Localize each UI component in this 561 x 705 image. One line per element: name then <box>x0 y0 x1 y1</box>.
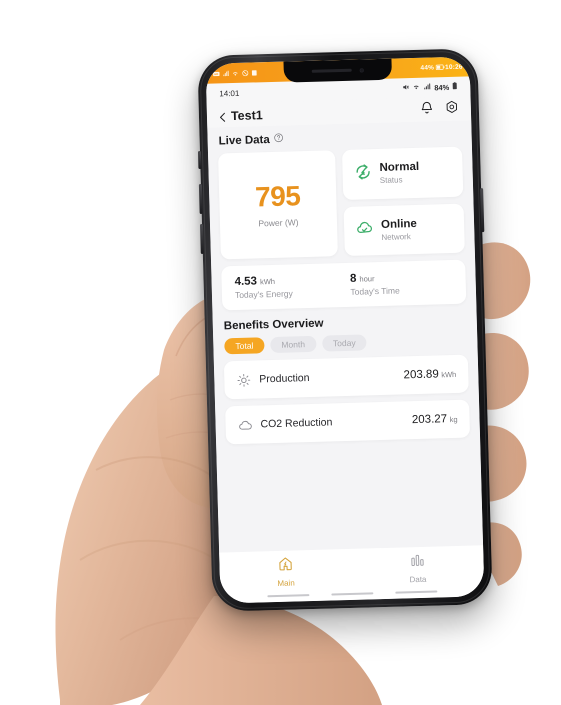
benefits-range-tabs: Total Month Today <box>224 332 467 355</box>
battery-icon <box>452 82 457 92</box>
home-icon <box>277 556 294 577</box>
benefits-heading: Benefits Overview <box>224 314 467 333</box>
status-text: Normal Status <box>379 161 419 185</box>
benefit-value-group: 203.89 kWh <box>403 368 456 381</box>
tab-month[interactable]: Month <box>270 335 317 354</box>
wifi-icon <box>412 83 420 93</box>
benefit-label: Production <box>259 372 310 386</box>
cloud-check-icon <box>355 218 375 243</box>
benefit-row-co2[interactable]: CO2 Reduction 203.27 kg <box>225 399 471 445</box>
live-data-grid: 795 Power (W) Normal Status Online Netwo… <box>218 146 465 260</box>
benefit-value: 203.89 <box>403 368 439 382</box>
benefit-unit: kWh <box>441 369 457 380</box>
sun-icon <box>236 372 251 387</box>
display-notch <box>283 58 393 83</box>
scene: HD 44% 10:26 14:01 84% Test1 Live Data 7… <box>0 0 561 705</box>
metric-label: Today's Energy <box>234 288 293 301</box>
tab-main[interactable]: Main <box>219 554 352 590</box>
wifi-icon <box>232 69 239 76</box>
benefit-value: 203.27 <box>411 413 448 427</box>
home-indicator-bar <box>395 590 438 594</box>
metric-unit: kWh <box>259 276 276 287</box>
benefit-unit: kg <box>449 414 458 425</box>
cloud-icon <box>237 417 252 432</box>
status-value: Normal <box>379 161 420 175</box>
hd-icon: HD <box>213 70 220 77</box>
network-label: Network <box>381 231 411 242</box>
home-indicator-bar <box>331 591 374 596</box>
bell-icon[interactable] <box>420 100 435 119</box>
bottom-tab-bar: Main Data <box>219 545 485 604</box>
home-indicator <box>220 589 484 599</box>
metric-value-row: 4.53 kWh <box>234 273 350 288</box>
daily-metrics-card[interactable]: 4.53 kWh Today's Energy 8 hour Today's T… <box>221 259 467 311</box>
live-data-heading: Live Data <box>218 128 461 148</box>
question-circle-icon[interactable] <box>274 133 284 146</box>
chevron-left-icon[interactable] <box>217 110 229 122</box>
status-time: 14:01 <box>219 88 240 98</box>
network-card[interactable]: Online Network <box>343 203 465 256</box>
metric-value: 4.53 <box>234 275 258 289</box>
status-card[interactable]: Normal Status <box>341 146 464 200</box>
device-status-left-icons: HD <box>213 69 258 77</box>
mute-switch[interactable] <box>197 150 202 170</box>
power-card[interactable]: 795 Power (W) <box>218 150 338 260</box>
phone-screen: HD 44% 10:26 14:01 84% Test1 Live Data 7… <box>205 56 485 604</box>
dnd-icon <box>241 69 248 76</box>
header-actions <box>420 100 460 120</box>
status-label: Status <box>379 175 403 186</box>
power-label: Power (W) <box>258 216 299 228</box>
signal-icon <box>222 70 229 77</box>
note-icon <box>251 69 258 76</box>
power-value: 795 <box>254 179 301 212</box>
tab-total[interactable]: Total <box>224 337 265 355</box>
device-clock: 10:26 <box>444 63 463 71</box>
device-status-right: 44% 10:26 <box>420 63 462 71</box>
benefits-title: Benefits Overview <box>223 317 324 333</box>
metric-today-energy: 4.53 kWh Today's Energy <box>234 273 350 300</box>
status-battery-percent: 84% <box>434 82 450 92</box>
battery-icon <box>436 64 445 71</box>
network-value: Online <box>380 217 418 231</box>
metric-today-time: 8 hour Today's Time <box>350 270 466 297</box>
mute-icon <box>401 83 409 93</box>
power-button[interactable] <box>480 188 485 233</box>
benefit-label: CO2 Reduction <box>260 416 333 431</box>
header-left[interactable]: Test1 <box>217 108 263 123</box>
bar-chart-icon <box>409 552 426 573</box>
network-text: Online Network <box>381 218 417 242</box>
tab-data-label: Data <box>409 574 427 585</box>
live-data-title: Live Data <box>218 133 270 147</box>
tab-data[interactable]: Data <box>351 550 484 586</box>
tab-main-label: Main <box>277 578 295 588</box>
main-content: Live Data 795 Power (W) Normal Status On… <box>207 120 484 580</box>
metric-unit: hour <box>359 274 375 284</box>
signal-icon <box>423 82 431 92</box>
earpiece-speaker <box>311 68 352 74</box>
device-battery-percent: 44% <box>420 63 435 72</box>
smartphone: HD 44% 10:26 14:01 84% Test1 Live Data 7… <box>197 48 493 612</box>
metric-value: 8 <box>349 272 357 285</box>
metric-label: Today's Time <box>350 285 400 297</box>
home-indicator-bar <box>267 593 310 598</box>
refresh-cycle-icon <box>353 162 373 187</box>
benefit-value-group: 203.27 kg <box>412 413 458 426</box>
tab-today[interactable]: Today <box>321 334 367 352</box>
gear-hex-icon[interactable] <box>445 100 460 119</box>
front-camera <box>359 67 364 72</box>
status-cards-column: Normal Status Online Network <box>341 146 465 256</box>
status-right-cluster: 84% <box>401 82 457 94</box>
page-title: Test1 <box>230 107 263 123</box>
benefit-row-production[interactable]: Production 203.89 kWh <box>223 354 469 400</box>
metric-value-row: 8 hour <box>350 270 466 285</box>
